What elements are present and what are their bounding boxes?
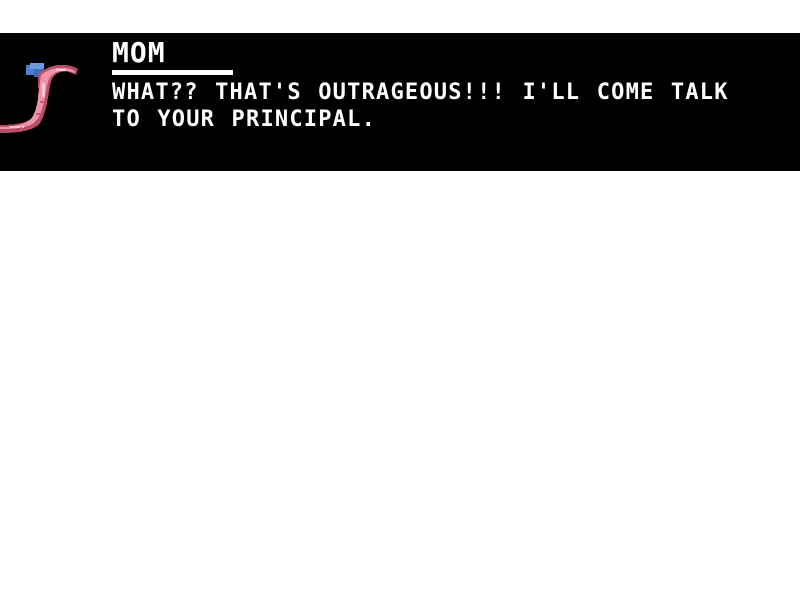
speaker-name: MOM bbox=[112, 36, 166, 69]
dialogue-box[interactable]: MOM WHAT?? THAT'S OUTRAGEOUS!!! I'LL COM… bbox=[0, 33, 800, 171]
speaker-name-underline bbox=[112, 70, 233, 75]
dialogue-text: WHAT?? THAT'S OUTRAGEOUS!!! I'LL COME TA… bbox=[112, 80, 729, 132]
worm-mom-portrait-icon bbox=[0, 63, 78, 133]
game-screen: MOM WHAT?? THAT'S OUTRAGEOUS!!! I'LL COM… bbox=[0, 0, 800, 600]
